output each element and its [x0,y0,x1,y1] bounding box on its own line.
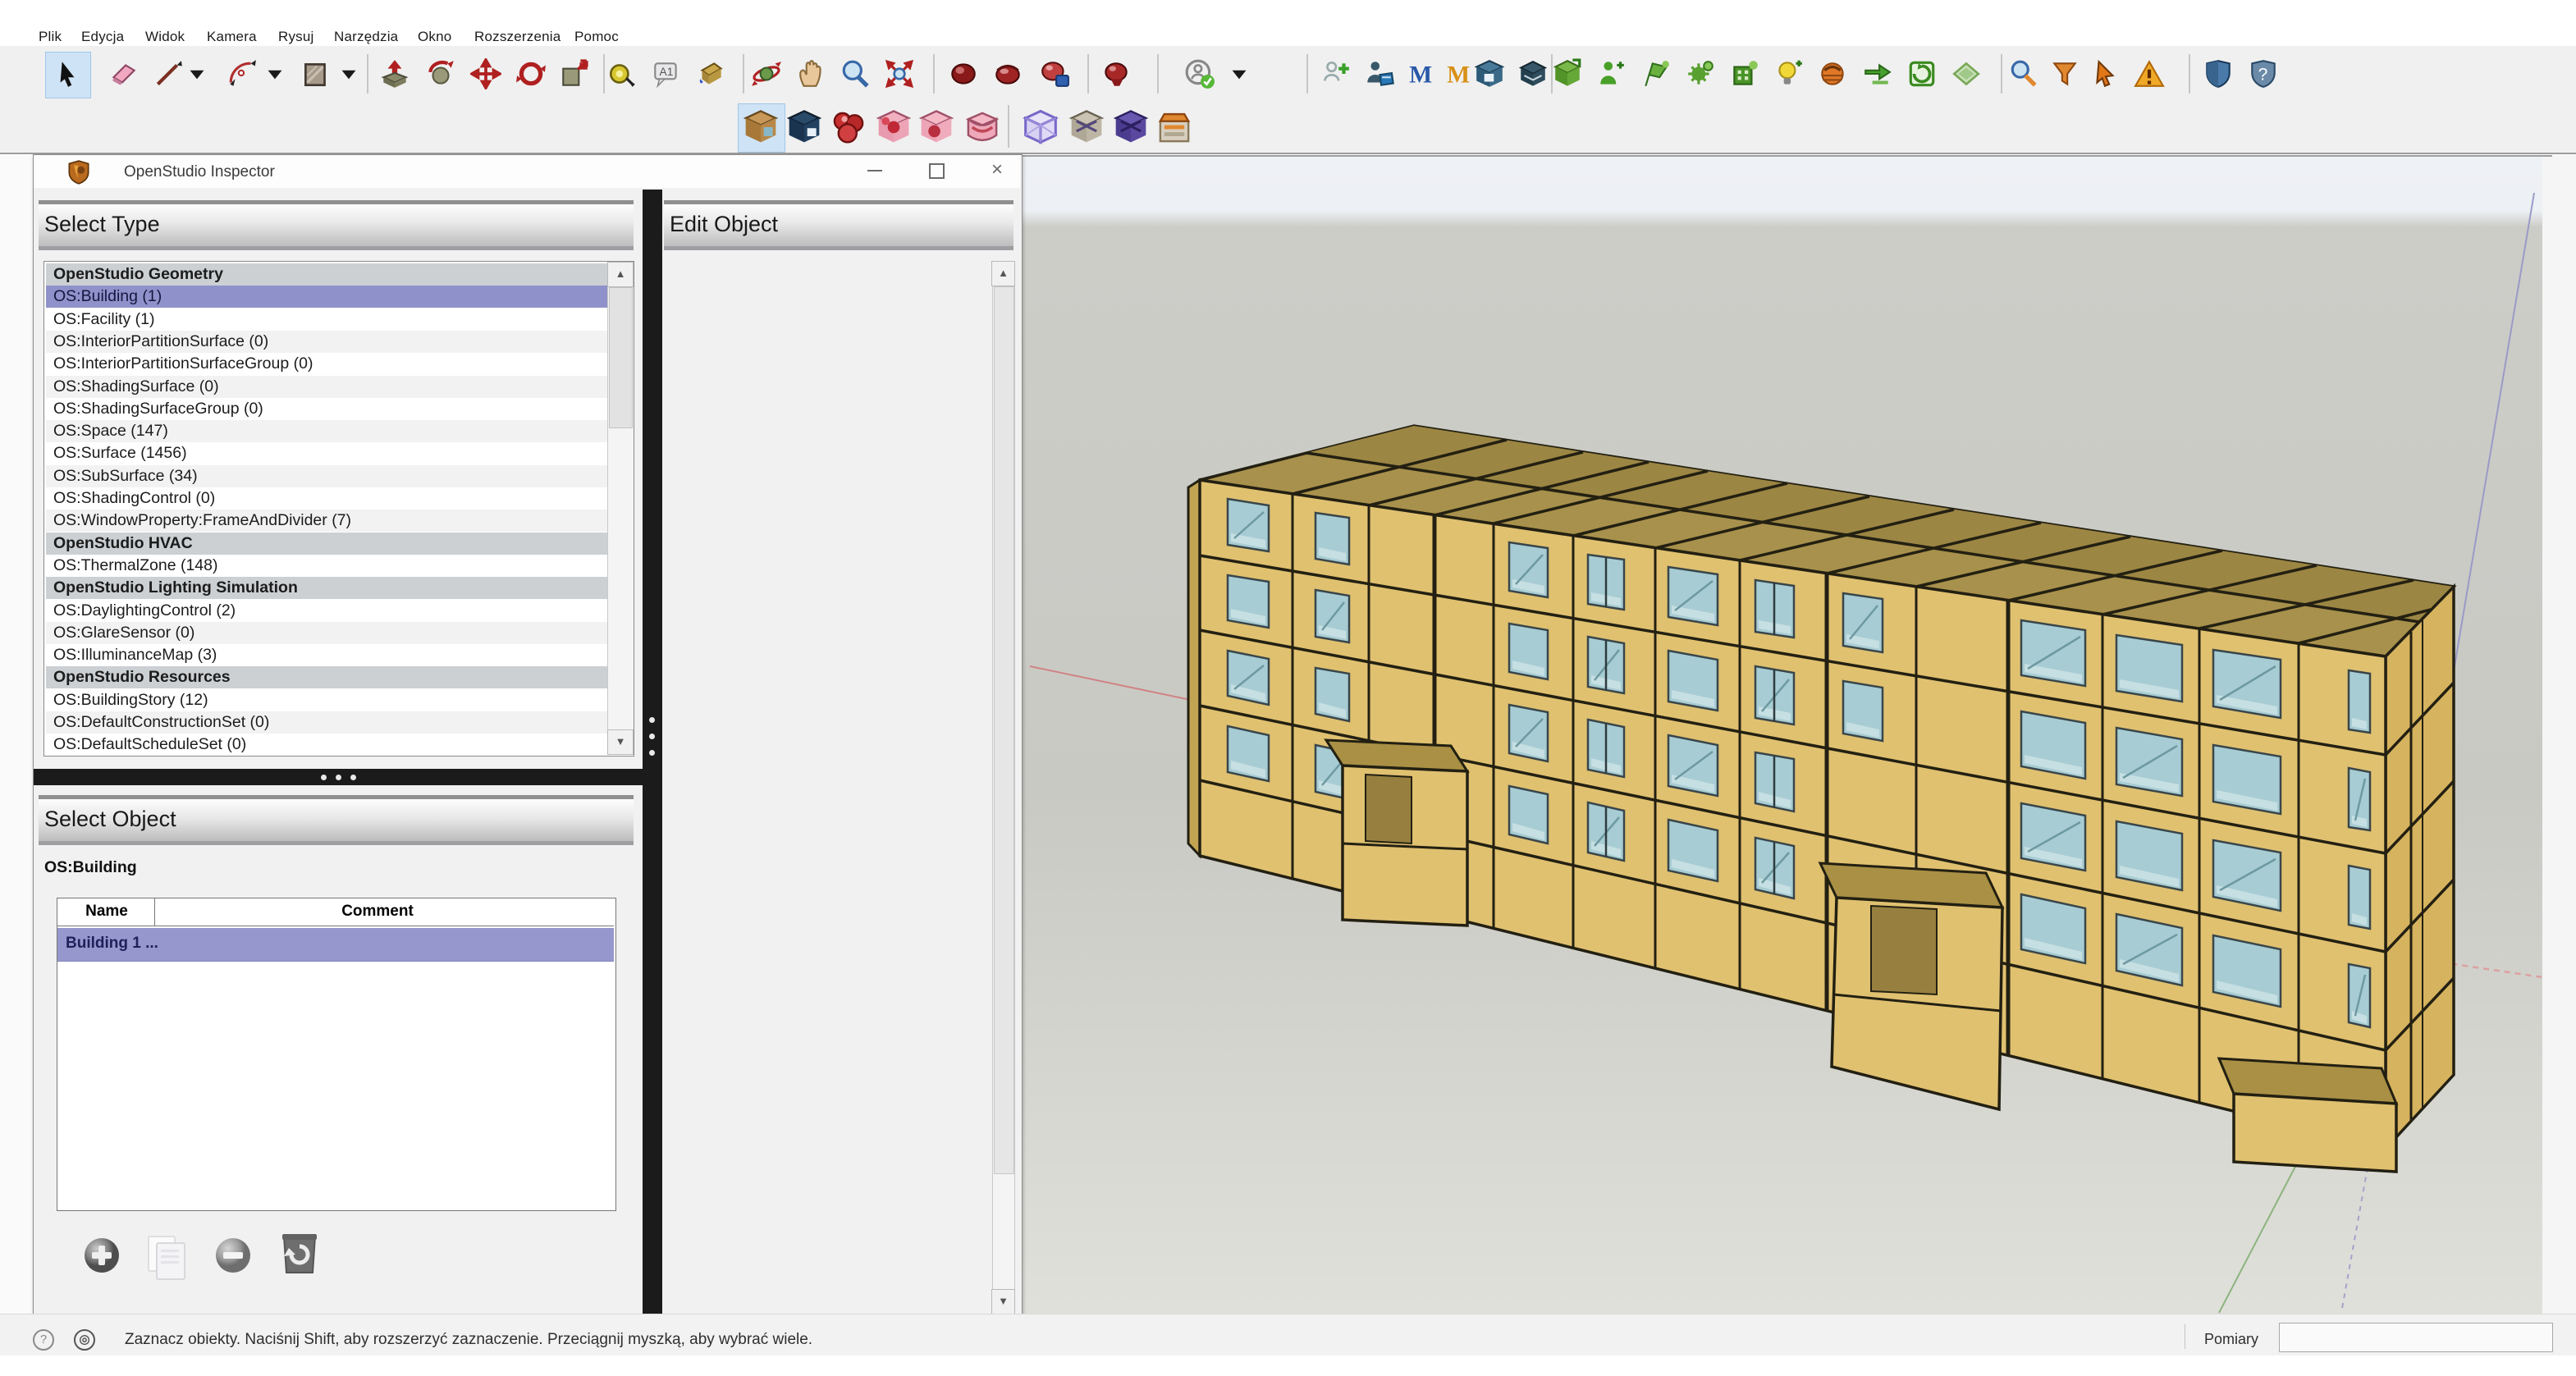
svg-text:?: ? [2258,65,2268,84]
svg-text:M: M [1409,62,1432,89]
svg-text:M: M [1447,62,1470,89]
svg-text:A1: A1 [660,66,674,78]
